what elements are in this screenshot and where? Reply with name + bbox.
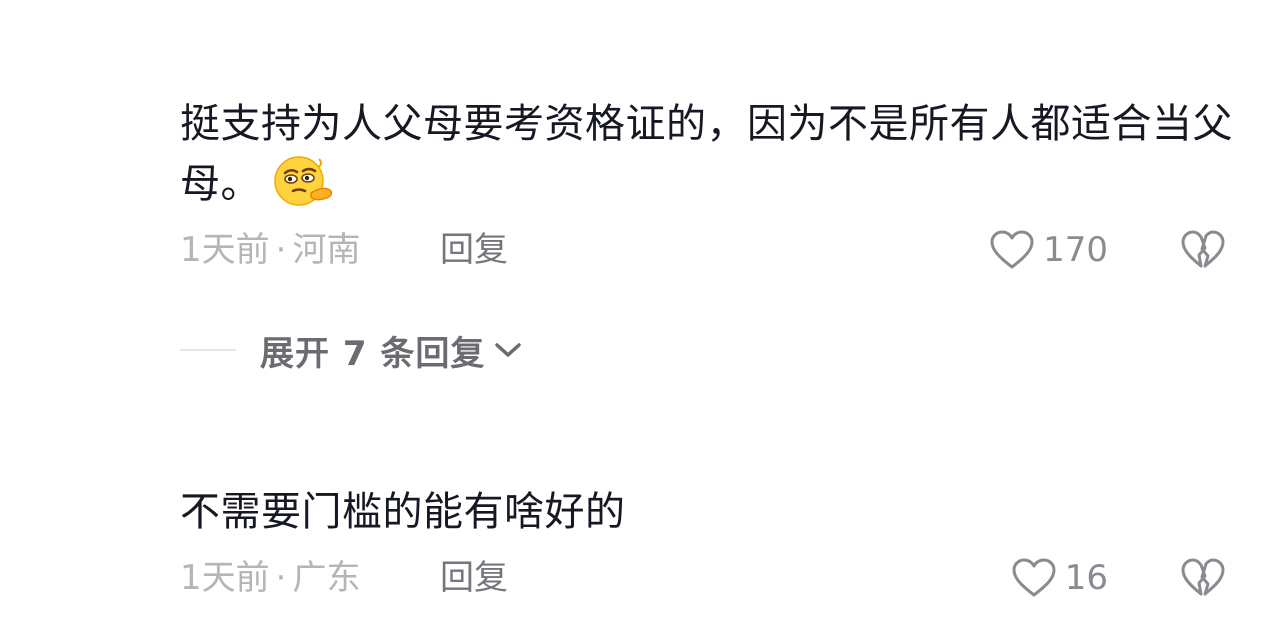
comment-meta-row: 1天前 · 广东 回复 16 — [180, 548, 1240, 608]
comment-text: 不需要门槛的能有啥好的 — [180, 489, 626, 535]
heart-outline-icon — [990, 230, 1034, 269]
comment-time: 1天前 — [180, 230, 270, 270]
thinking-face-emoji-icon — [273, 155, 335, 207]
broken-heart-icon — [1181, 558, 1225, 596]
comment-text: 挺支持为人父母要考资格证的，因为不是所有人都适合当父母。 — [180, 101, 1233, 207]
comment-meta-row: 1天前 · 河南 回复 170 — [180, 220, 1240, 280]
comment-item: 不需要门槛的能有啥好的 1天前 · 广东 回复 16 — [180, 482, 1240, 608]
dislike-button[interactable] — [1180, 548, 1226, 608]
comment-time: 1天前 — [180, 558, 270, 598]
dislike-button[interactable] — [1180, 220, 1226, 280]
meta-separator: · — [275, 230, 287, 270]
chevron-down-icon — [495, 343, 522, 357]
reply-button[interactable]: 回复 — [440, 548, 508, 608]
heart-outline-icon — [1012, 558, 1056, 597]
comment-meta: 1天前 · 河南 — [180, 220, 360, 280]
like-button[interactable]: 170 — [989, 220, 1108, 280]
expand-replies-label: 展开 7 条回复 — [260, 333, 486, 374]
divider-line — [180, 349, 236, 351]
like-count: 170 — [1043, 230, 1108, 270]
like-button[interactable]: 16 — [1011, 548, 1108, 608]
comment-meta: 1天前 · 广东 — [180, 548, 360, 608]
like-count: 16 — [1064, 558, 1108, 598]
comment-location: 河南 — [292, 230, 361, 270]
comment-list: 挺支持为人父母要考资格证的，因为不是所有人都适合当父母。 1天前·河南 回复 — [0, 0, 1280, 640]
reply-button[interactable]: 回复 — [440, 220, 508, 280]
meta-separator: · — [275, 558, 287, 598]
broken-heart-icon — [1181, 230, 1225, 268]
comment-location: 广东 — [292, 558, 361, 598]
comment-item: 挺支持为人父母要考资格证的，因为不是所有人都适合当父母。 1天前·河南 回复 — [180, 94, 1240, 280]
expand-replies-button[interactable]: 展开 7 条回复 — [180, 322, 523, 378]
